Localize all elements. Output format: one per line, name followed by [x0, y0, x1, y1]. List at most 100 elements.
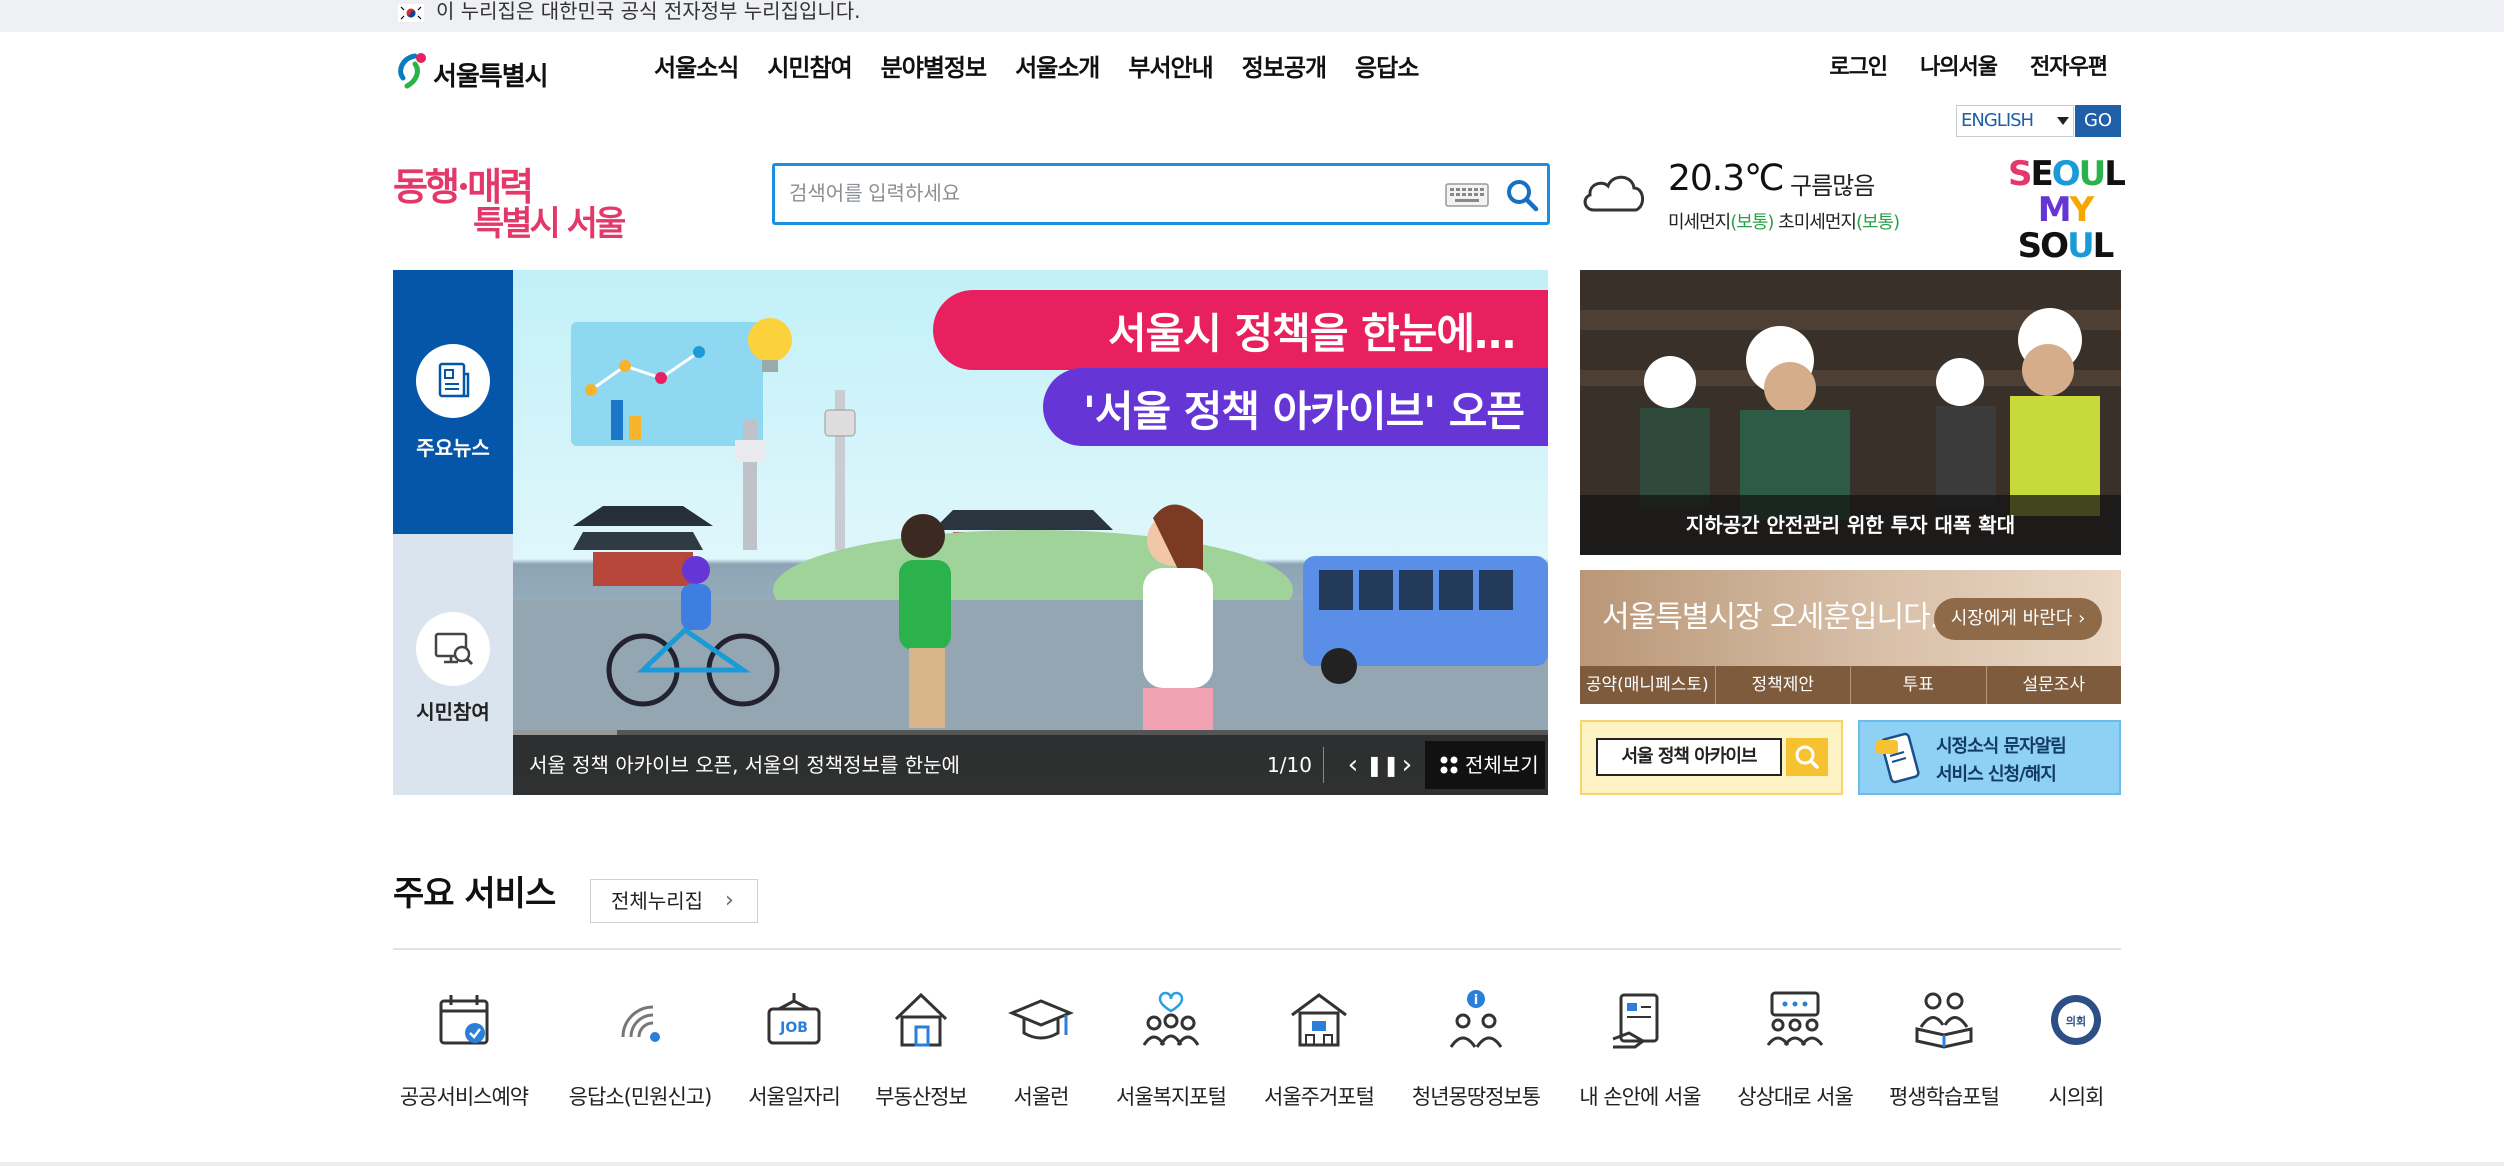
language-go-button[interactable]: GO	[2075, 105, 2121, 137]
keyboard-icon[interactable]	[1445, 183, 1489, 207]
main-navigation: 서울소식 시민참여 분야별정보 서울소개 부서안내 정보공개 응답소	[654, 50, 1447, 90]
logo-text: 서울특별시	[433, 62, 549, 92]
mayor-title: 서울특별시장 오세훈입니다.	[1602, 600, 1939, 635]
services-divider	[393, 948, 2121, 950]
building-icon	[1291, 993, 1347, 1047]
fine-dust-label: 미세먼지	[1668, 212, 1731, 233]
fine-dust-status: (보통)	[1730, 212, 1774, 233]
ultrafine-dust-status: (보통)	[1855, 212, 1900, 233]
air-quality: 미세먼지(보통) 초미세먼지(보통)	[1668, 208, 1900, 234]
all-websites-button[interactable]: 전체누리집 ›	[590, 879, 758, 923]
main-services-title: 주요 서비스	[393, 874, 556, 914]
tab-main-news-label: 주요뉴스	[416, 436, 490, 460]
search-box	[772, 163, 1550, 225]
dropdown-arrow-icon	[2057, 117, 2069, 125]
petition-to-mayor-button[interactable]: 시장에게 바란다 ›	[1934, 598, 2102, 640]
news-photo-banner[interactable]: 지하공간 안전관리 위한 투자 대폭 확대	[1580, 270, 2121, 555]
search-icon	[1786, 738, 1828, 776]
gnb-item-info-disclosure[interactable]: 정보공개	[1242, 50, 1327, 90]
hero-headline-1: 서울시 정책을 한눈에…	[1108, 309, 1516, 358]
search-icon[interactable]	[1503, 176, 1541, 214]
graduation-cap-icon	[1008, 999, 1074, 1040]
seoul-my-soul-logo[interactable]: SEOUL MY SOUL	[2008, 154, 2126, 264]
phone-message-icon	[1876, 732, 1920, 784]
gov-banner-text[interactable]: 이 누리집은 대한민국 공식 전자정부 누리집입니다.	[436, 0, 861, 22]
signal-icon	[621, 1005, 660, 1042]
gnb-item-news[interactable]: 서울소식	[654, 50, 739, 90]
service-item[interactable]: 서울주거포털	[1229, 985, 1409, 1115]
sky-condition: 구름많음	[1790, 172, 1875, 200]
service-item[interactable]: 응답소(민원신고)	[550, 985, 730, 1115]
view-all-button[interactable]: 전체보기	[1425, 741, 1545, 789]
gov-banner: 이 누리집은 대한민국 공식 전자정부 누리집입니다.	[0, 0, 2504, 32]
gnb-item-field-info[interactable]: 분야별정보	[881, 50, 987, 90]
main-banner-slide[interactable]: 서울시 정책을 한눈에… '서울 정책 아카이브' 오픈	[513, 270, 1548, 795]
tab-citizen-participation-label: 시민참여	[416, 700, 490, 724]
slogan-line2: 특별시 서울	[473, 204, 626, 244]
utility-navigation: 로그인 나의서울 전자우편	[1796, 50, 2108, 90]
mayor-link-policy-proposal[interactable]: 정책제안	[1716, 666, 1851, 704]
monitor-search-icon	[416, 612, 490, 686]
main-banner-controls: 서울 정책 아카이브 오픈, 서울의 정책정보를 한눈에 1/10 ‹ ❚❚ ›…	[513, 735, 1548, 795]
tab-main-news[interactable]: 주요뉴스	[393, 270, 513, 534]
language-select-value: ENGLISH	[1961, 110, 2034, 131]
email-link[interactable]: 전자우편	[2030, 50, 2108, 90]
family-heart-icon	[1142, 991, 1200, 1046]
myseoul-line1: SEOUL	[2008, 154, 2126, 194]
service-item[interactable]: 내 손안에 서울	[1550, 985, 1730, 1115]
house-icon	[894, 992, 948, 1047]
policy-archive-banner[interactable]: 서울 정책 아카이브	[1580, 720, 1843, 795]
prev-slide-icon[interactable]: ‹	[1339, 735, 1367, 795]
service-item[interactable]: i 청년몽땅정보통	[1386, 985, 1566, 1115]
service-item[interactable]: 의회시의회	[1986, 985, 2166, 1115]
tablet-hand-icon	[1612, 993, 1659, 1049]
next-slide-icon[interactable]: ›	[1393, 735, 1421, 795]
seoul-symbol-icon	[398, 53, 426, 89]
all-websites-label: 전체누리집	[611, 889, 703, 913]
language-select[interactable]: ENGLISH	[1956, 105, 2074, 137]
myseoul-line2: MY SOUL	[2017, 190, 2115, 266]
service-item-label: 공공서비스예약	[399, 1085, 529, 1109]
gnb-item-participation[interactable]: 시민참여	[767, 50, 852, 90]
service-item-label: 내 손안에 서울	[1579, 1085, 1701, 1109]
service-item-label: 서울주거포털	[1264, 1085, 1375, 1109]
korea-flag-icon	[398, 4, 424, 22]
discussion-icon	[1766, 991, 1824, 1046]
mayor-link-survey[interactable]: 설문조사	[1987, 666, 2122, 704]
newspaper-icon	[416, 344, 490, 418]
youth-info-icon: i	[1449, 990, 1503, 1048]
search-input[interactable]	[789, 176, 1409, 212]
sms-banner-line2: 서비스 신청/해지	[1936, 764, 2057, 785]
calendar-check-icon	[439, 995, 489, 1045]
sms-alert-banner[interactable]: 시정소식 문자알림 서비스 신청/해지	[1858, 720, 2121, 795]
news-photo-caption: 지하공간 안전관리 위한 투자 대폭 확대	[1685, 513, 2016, 537]
view-all-label: 전체보기	[1465, 753, 1539, 777]
archive-banner-text: 서울 정책 아카이브	[1621, 746, 1757, 767]
service-item-label: 시의회	[2048, 1085, 2105, 1109]
slogan-logo[interactable]: 동행·매력 특별시 서울	[393, 156, 626, 244]
job-sign-icon: JOB	[767, 993, 821, 1045]
slide-caption[interactable]: 서울 정책 아카이브 오픈, 서울의 정책정보를 한눈에	[529, 735, 960, 795]
sms-banner-line1: 시정소식 문자알림	[1936, 736, 2067, 757]
archive-text-box: 서울 정책 아카이브	[1596, 738, 1782, 776]
mayor-links: 공약(매니페스토) 정책제안 투표 설문조사	[1580, 666, 2121, 704]
my-seoul-link[interactable]: 나의서울	[1920, 50, 1998, 90]
chevron-right-icon: ›	[725, 888, 734, 913]
svg-text:i: i	[1474, 993, 1478, 1008]
page-bottom-divider	[0, 1162, 2504, 1166]
gnb-item-departments[interactable]: 부서안내	[1128, 50, 1213, 90]
service-item[interactable]: 공공서비스예약	[374, 985, 554, 1115]
hero-headline-2: '서울 정책 아카이브' 오픈	[1083, 387, 1525, 436]
mayor-link-manifesto[interactable]: 공약(매니페스토)	[1580, 666, 1716, 704]
divider	[1323, 747, 1324, 783]
mayor-link-vote[interactable]: 투표	[1851, 666, 1987, 704]
temperature: 20.3℃	[1668, 158, 1785, 199]
login-link[interactable]: 로그인	[1829, 50, 1888, 90]
tab-citizen-participation[interactable]: 시민참여	[393, 534, 513, 795]
gnb-item-eungdapso[interactable]: 응답소	[1355, 50, 1419, 90]
council-emblem-icon: 의회	[2051, 995, 2101, 1045]
pause-icon[interactable]: ❚❚	[1366, 735, 1400, 795]
ultrafine-dust-label: 초미세먼지	[1778, 212, 1857, 233]
gnb-item-about-seoul[interactable]: 서울소개	[1015, 50, 1100, 90]
service-item-label: 청년몽땅정보통	[1411, 1085, 1541, 1109]
